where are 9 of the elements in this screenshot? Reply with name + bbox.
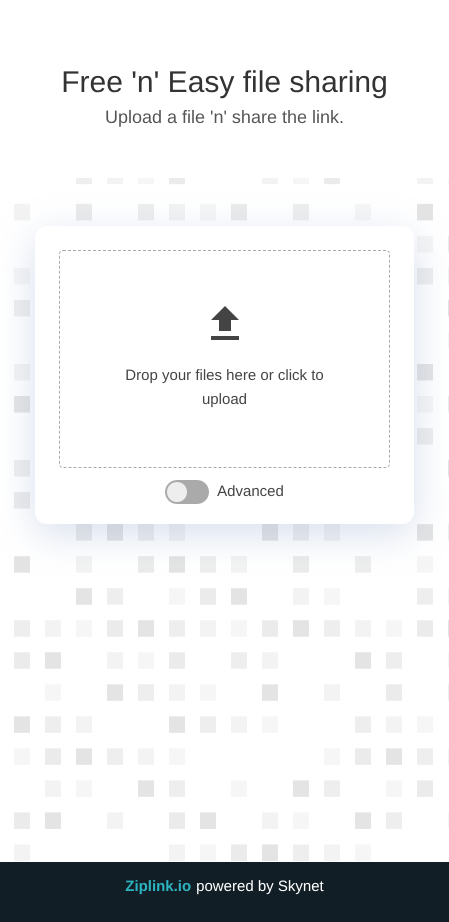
upload-icon [210, 306, 240, 340]
drop-zone[interactable]: Drop your files here or click to upload [59, 250, 390, 468]
page-title: Free 'n' Easy file sharing [61, 65, 388, 101]
drop-hint: Drop your files here or click to upload [124, 366, 325, 410]
advanced-label: Advanced [217, 482, 284, 502]
page-subtitle: Upload a file 'n' share the link. [104, 106, 344, 129]
advanced-toggle[interactable] [165, 480, 210, 504]
footer-tagline: powered by Skynet [196, 876, 324, 897]
brand-link[interactable]: Ziplink.io [125, 876, 192, 898]
